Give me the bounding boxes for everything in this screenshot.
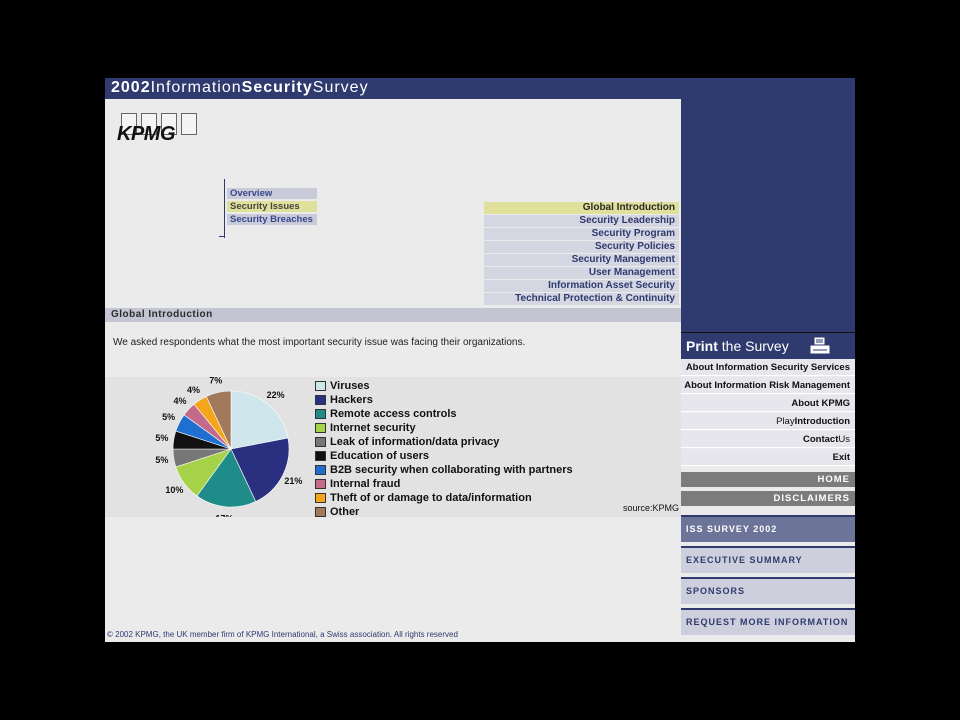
- main-content: KPMG Global Introduction Security Leader…: [105, 99, 681, 642]
- topnav-security-leadership[interactable]: Security Leadership: [484, 215, 679, 227]
- disclaimers-button[interactable]: DISCLAIMERS: [681, 491, 855, 506]
- legend-item: Viruses: [315, 379, 615, 393]
- legend-item: Other: [315, 505, 615, 519]
- title-security: Security: [241, 79, 313, 96]
- subnav-security-breaches[interactable]: Security Breaches: [227, 214, 317, 225]
- copyright-footer: © 2002 KPMG, the UK member firm of KPMG …: [107, 630, 458, 639]
- print-label: Print the Survey: [686, 338, 789, 354]
- logo-text: KPMG: [117, 123, 176, 145]
- legend-swatch: [315, 507, 326, 517]
- legend-item: Theft of or damage to data/information: [315, 491, 615, 505]
- print-label-bold: Print: [686, 338, 718, 354]
- link-label: About KPMG: [791, 398, 850, 409]
- topnav-technical-protection[interactable]: Technical Protection & Continuity: [484, 293, 679, 305]
- chart-panel: 22% 21% 17% 10% 5% 5% 5% 4%4% 7% Viruses Hackers R…: [105, 377, 681, 519]
- topnav-security-policies[interactable]: Security Policies: [484, 241, 679, 253]
- legend-item: Remote access controls: [315, 407, 615, 421]
- link-label: Introduction: [794, 416, 850, 427]
- legend-swatch: [315, 451, 326, 461]
- subnav-overview[interactable]: Overview: [227, 188, 317, 199]
- link-label: Exit: [832, 452, 850, 463]
- printer-icon: [809, 336, 831, 355]
- legend-swatch: [315, 437, 326, 447]
- sponsors-link[interactable]: SPONSORS: [681, 577, 855, 604]
- logo-box-4: [181, 113, 197, 135]
- legend-item: Internet security: [315, 421, 615, 435]
- legend-label: Viruses: [330, 380, 370, 392]
- legend-swatch: [315, 423, 326, 433]
- section-connector: [219, 236, 225, 237]
- legend-item: Leak of information/data privacy: [315, 435, 615, 449]
- link-about-kpmg[interactable]: About KPMG: [681, 395, 855, 412]
- header-bar: 2002InformationSecuritySurvey: [105, 78, 855, 99]
- subnav-divider: [224, 179, 225, 238]
- pie-data-label: 4%: [173, 396, 186, 406]
- pie-data-label: 22%: [267, 390, 285, 400]
- executive-summary-link[interactable]: EXECUTIVE SUMMARY: [681, 546, 855, 573]
- home-button[interactable]: HOME: [681, 472, 855, 487]
- link-about-information-risk-management[interactable]: About Information Risk Management: [681, 377, 855, 394]
- pie-data-label: 5%: [162, 412, 175, 422]
- topnav-global-introduction[interactable]: Global Introduction: [484, 202, 679, 214]
- link-play-introduction[interactable]: PlayIntroduction: [681, 413, 855, 430]
- pie-data-label: 21%: [284, 476, 302, 486]
- legend-item: Education of users: [315, 449, 615, 463]
- legend-item: B2B security when collaborating with par…: [315, 463, 615, 477]
- link-exit[interactable]: Exit: [681, 449, 855, 466]
- legend-label: Theft of or damage to data/information: [330, 492, 532, 504]
- pie-data-label: 5%: [155, 433, 168, 443]
- topnav-security-program[interactable]: Security Program: [484, 228, 679, 240]
- pie-chart: 22% 21% 17% 10% 5% 5% 5% 4%4% 7%: [155, 377, 302, 517]
- chart-source: source:KPMG: [622, 503, 679, 513]
- pie-data-label: 7%: [209, 377, 222, 386]
- topnav-security-management[interactable]: Security Management: [484, 254, 679, 266]
- legend-swatch: [315, 479, 326, 489]
- legend-swatch: [315, 493, 326, 503]
- legend-label: Other: [330, 506, 360, 518]
- iss-survey-2002-link[interactable]: ISS SURVEY 2002: [681, 515, 855, 542]
- legend-swatch: [315, 465, 326, 475]
- legend-label: Internet security: [330, 422, 416, 434]
- link-label-light: Play: [776, 416, 795, 427]
- legend-item: Hackers: [315, 393, 615, 407]
- legend-swatch: [315, 409, 326, 419]
- link-label: About Information Security Services: [685, 362, 850, 373]
- link-about-information-security-services[interactable]: About Information Security Services: [681, 359, 855, 376]
- pie-data-label: 5%: [155, 455, 168, 465]
- intro-text: We asked respondents what the most impor…: [113, 337, 526, 348]
- kpmg-logo[interactable]: KPMG: [117, 113, 207, 147]
- right-blue-panel: [681, 99, 855, 332]
- legend-label: Education of users: [330, 450, 430, 462]
- legend-swatch: [315, 381, 326, 391]
- pie-data-label: 4%: [187, 385, 200, 395]
- print-survey-button[interactable]: Print the Survey: [681, 332, 855, 359]
- legend-label: Leak of information/data privacy: [330, 436, 500, 448]
- print-label-rest: the Survey: [717, 338, 789, 354]
- section-bar: Global Introduction: [105, 308, 681, 322]
- link-label: About Information Risk Management: [684, 380, 850, 391]
- pie-data-label: 10%: [165, 485, 183, 495]
- section-title: Global Introduction: [111, 309, 213, 320]
- legend-label: Internal fraud: [330, 478, 401, 490]
- page-frame: 2002InformationSecuritySurvey KPMG Globa…: [105, 78, 855, 642]
- legend-label: Remote access controls: [330, 408, 457, 420]
- title-year: 2002: [111, 79, 151, 96]
- title-survey: Survey: [312, 79, 369, 96]
- legend-item: Internal fraud: [315, 477, 615, 491]
- subnav-security-issues[interactable]: Security Issues: [227, 201, 317, 212]
- title-information: Information: [150, 79, 242, 96]
- legend-swatch: [315, 395, 326, 405]
- topnav-information-asset-security[interactable]: Information Asset Security: [484, 280, 679, 292]
- pie-data-label: 17%: [215, 514, 233, 517]
- site-title: 2002InformationSecuritySurvey: [111, 79, 369, 97]
- link-label: Contact: [803, 434, 839, 445]
- legend-label: B2B security when collaborating with par…: [330, 464, 573, 476]
- topnav-user-management[interactable]: User Management: [484, 267, 679, 279]
- link-contact-us[interactable]: ContactUs: [681, 431, 855, 448]
- link-label-light: Us: [838, 434, 850, 445]
- chart-legend: Viruses Hackers Remote access controls Inte…: [315, 379, 615, 519]
- legend-label: Hackers: [330, 394, 373, 406]
- request-more-information-link[interactable]: REQUEST MORE INFORMATION: [681, 608, 855, 635]
